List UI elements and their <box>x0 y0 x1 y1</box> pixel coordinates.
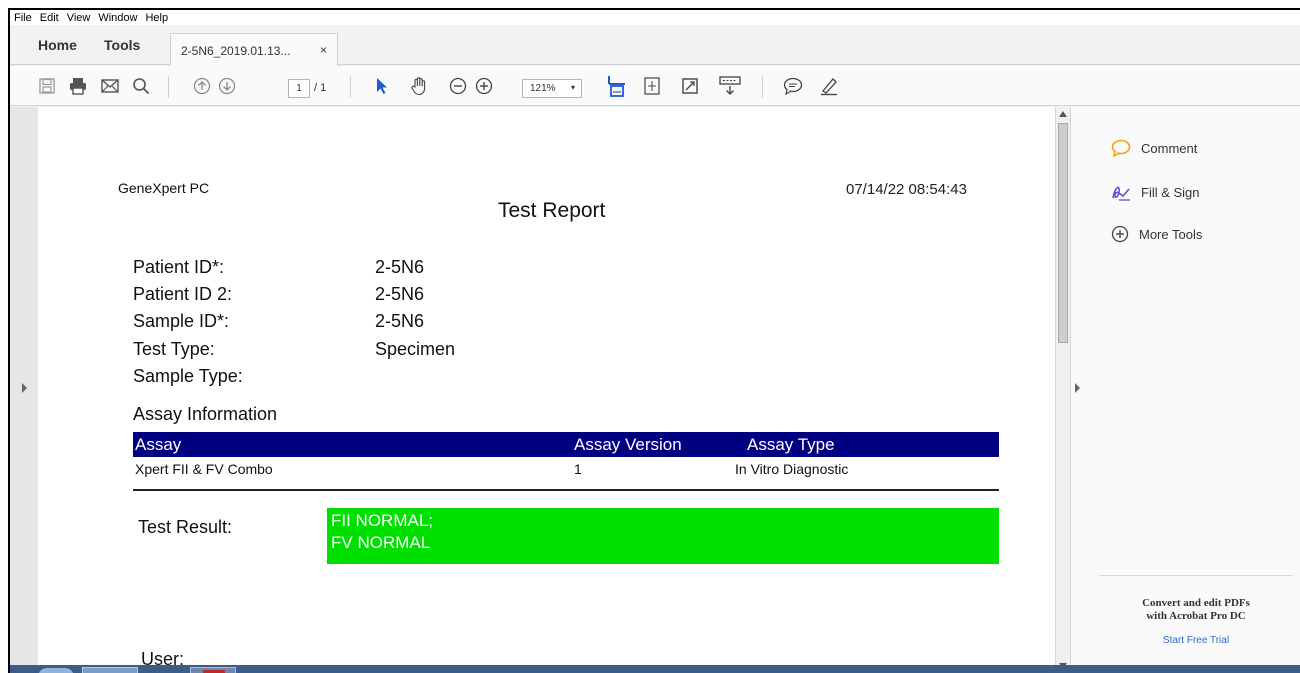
tools-pane: Comment Fill & Sign More Tools Convert a… <box>1070 107 1300 673</box>
comment-tool[interactable]: Comment <box>1111 139 1197 157</box>
menu-view[interactable]: View <box>67 12 91 24</box>
start-orb-icon[interactable] <box>38 668 74 673</box>
more-tools-label: More Tools <box>1139 226 1203 242</box>
document-viewer[interactable]: GeneXpert PC 07/14/22 08:54:43 Test Repo… <box>10 107 1067 673</box>
acrobat-window: File Edit View Window Help Home Tools 2-… <box>8 8 1300 673</box>
read-mode-icon[interactable] <box>718 76 742 96</box>
assay-version-column-header: Assay Version <box>574 435 682 454</box>
system-name: GeneXpert PC <box>118 180 210 196</box>
hand-tool-icon[interactable] <box>408 76 430 96</box>
print-icon[interactable] <box>68 76 88 96</box>
fill-sign-tool[interactable]: Fill & Sign <box>1111 183 1200 201</box>
field-label: Patient ID 2: <box>133 284 233 304</box>
vertical-scrollbar[interactable] <box>1055 107 1069 673</box>
report-timestamp: 07/14/22 08:54:43 <box>846 181 967 198</box>
highlight-pen-icon[interactable] <box>818 76 840 96</box>
field-label: Patient ID*: <box>133 257 225 277</box>
menu-help[interactable]: Help <box>145 12 168 24</box>
taskbar-button[interactable] <box>82 667 138 673</box>
menu-file[interactable]: File <box>14 12 32 24</box>
toolbar-separator <box>350 76 351 98</box>
promo-line: with Acrobat Pro DC <box>1146 610 1246 622</box>
tab-document-label: 2-5N6_2019.01.13... <box>181 44 291 58</box>
pdf-page: GeneXpert PC 07/14/22 08:54:43 Test Repo… <box>38 107 1056 673</box>
field-label: Test Type: <box>133 339 215 359</box>
report-title: Test Report <box>498 199 606 222</box>
table-divider <box>133 489 999 491</box>
field-label: Sample ID*: <box>133 311 230 331</box>
promo-divider <box>1099 575 1293 576</box>
zoom-level-value: 121% <box>530 83 556 94</box>
page-total: / 1 <box>314 82 327 94</box>
toolbar: 1 / 1 121% ▾ <box>10 66 1300 106</box>
page-number-input[interactable]: 1 <box>288 79 310 98</box>
tab-document[interactable]: 2-5N6_2019.01.13... × <box>170 33 338 66</box>
field-value: 2-5N6 <box>375 311 425 331</box>
zoom-out-icon[interactable] <box>448 76 468 96</box>
comment-tool-label: Comment <box>1141 140 1198 156</box>
fit-page-icon[interactable] <box>642 76 662 96</box>
toolbar-separator <box>762 76 763 98</box>
assay-name: Xpert FII & FV Combo <box>135 461 273 477</box>
zoom-in-icon[interactable] <box>474 76 494 96</box>
tab-tools[interactable]: Tools <box>104 37 140 53</box>
scroll-up-icon[interactable] <box>1059 111 1067 117</box>
assay-type: In Vitro Diagnostic <box>735 461 849 477</box>
full-screen-icon[interactable] <box>680 76 700 96</box>
assay-section-heading: Assay Information <box>133 404 278 424</box>
windows-taskbar <box>10 665 1300 673</box>
promo-text: Convert and edit PDFs with Acrobat Pro D… <box>1099 597 1293 623</box>
chevron-down-icon: ▾ <box>570 83 575 92</box>
field-label: Sample Type: <box>133 366 243 386</box>
assay-type-column-header: Assay Type <box>747 435 835 454</box>
field-value: Specimen <box>375 339 456 359</box>
assay-column-header: Assay <box>135 435 182 454</box>
comment-icon[interactable] <box>782 76 804 96</box>
test-result-label: Test Result: <box>138 517 233 537</box>
search-icon[interactable] <box>131 76 151 96</box>
more-tools[interactable]: More Tools <box>1111 225 1202 243</box>
save-icon[interactable] <box>38 76 56 96</box>
scrollbar-thumb[interactable] <box>1058 123 1068 343</box>
comment-bubble-icon <box>1111 139 1131 157</box>
menu-window[interactable]: Window <box>98 12 137 24</box>
plus-circle-icon <box>1111 225 1129 243</box>
start-free-trial-link[interactable]: Start Free Trial <box>1099 635 1293 646</box>
field-value: 2-5N6 <box>375 284 425 304</box>
assay-version: 1 <box>574 461 582 477</box>
expand-left-pane-icon[interactable] <box>22 383 27 393</box>
result-line: FV NORMAL <box>331 533 431 552</box>
taskbar-acrobat-button[interactable] <box>190 667 236 673</box>
previous-page-icon[interactable] <box>192 76 212 96</box>
result-line: FII NORMAL; <box>331 511 434 530</box>
promo-line: Convert and edit PDFs <box>1142 597 1250 609</box>
email-icon[interactable] <box>100 76 120 96</box>
collapse-pane-icon[interactable] <box>1075 383 1080 393</box>
menu-bar: File Edit View Window Help <box>10 10 1300 25</box>
next-page-icon[interactable] <box>217 76 237 96</box>
assay-table-header: Assay Assay Version Assay Type <box>133 432 999 457</box>
zoom-level-select[interactable]: 121% ▾ <box>522 79 582 98</box>
close-tab-button[interactable]: × <box>320 43 327 57</box>
menu-edit[interactable]: Edit <box>40 12 59 24</box>
field-value: 2-5N6 <box>375 257 425 277</box>
test-result-box: FII NORMAL; FV NORMAL <box>327 508 999 564</box>
tab-home[interactable]: Home <box>38 37 77 53</box>
select-cursor-icon[interactable] <box>374 76 390 96</box>
signature-pen-icon <box>1112 186 1130 201</box>
toolbar-separator <box>168 76 169 98</box>
fit-width-icon[interactable] <box>606 76 628 97</box>
fill-sign-tool-label: Fill & Sign <box>1141 184 1200 200</box>
tab-bar: Home Tools 2-5N6_2019.01.13... × <box>10 25 1300 66</box>
